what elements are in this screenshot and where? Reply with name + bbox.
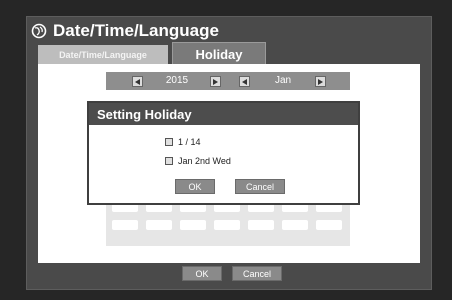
day-slot[interactable] (214, 220, 240, 230)
day-slot[interactable] (248, 220, 274, 230)
setting-holiday-dialog: Setting Holiday 1 / 14 Jan 2nd Wed OK Ca… (87, 101, 360, 205)
day-slot[interactable] (146, 220, 172, 230)
triangle-right-icon (212, 78, 218, 85)
triangle-left-icon (134, 78, 140, 85)
option-label: Jan 2nd Wed (178, 156, 231, 166)
month-prev-button[interactable] (239, 76, 250, 87)
year-prev-button[interactable] (132, 76, 143, 87)
holiday-option-date[interactable]: 1 / 14 (165, 137, 201, 147)
month-next-button[interactable] (315, 76, 326, 87)
tab-holiday[interactable]: Holiday (172, 42, 266, 65)
year-value: 2015 (165, 75, 189, 86)
year-next-button[interactable] (210, 76, 221, 87)
cancel-button[interactable]: Cancel (232, 266, 282, 281)
day-slot[interactable] (282, 220, 308, 230)
date-navigator: 2015 Jan (106, 72, 350, 90)
dialog-title: Setting Holiday (89, 103, 358, 125)
ok-button[interactable]: OK (182, 266, 222, 281)
dialog-cancel-button[interactable]: Cancel (235, 179, 285, 194)
dialog-ok-button[interactable]: OK (175, 179, 215, 194)
holiday-option-weekday[interactable]: Jan 2nd Wed (165, 156, 231, 166)
triangle-left-icon (241, 78, 247, 85)
day-slot[interactable] (180, 220, 206, 230)
day-slot[interactable] (112, 220, 138, 230)
screen-frame: Date/Time/Language Date/Time/Language Ho… (0, 0, 452, 300)
option-label: 1 / 14 (178, 137, 201, 147)
window-title: Date/Time/Language (31, 19, 219, 43)
triangle-right-icon (317, 78, 323, 85)
tab-bar: Date/Time/Language Holiday (38, 42, 266, 65)
month-value: Jan (274, 75, 292, 86)
window-title-text: Date/Time/Language (53, 21, 219, 40)
checkbox[interactable] (165, 157, 173, 165)
checkbox[interactable] (165, 138, 173, 146)
day-slot[interactable] (316, 220, 342, 230)
tab-date-time-language[interactable]: Date/Time/Language (38, 45, 168, 64)
globe-icon (31, 23, 47, 39)
